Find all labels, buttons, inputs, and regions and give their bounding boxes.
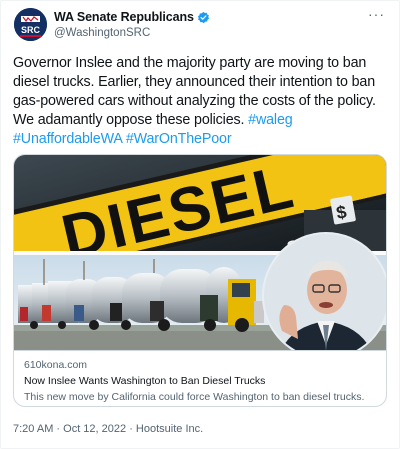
more-options-icon[interactable]: ··· bbox=[368, 7, 385, 21]
separator: · bbox=[126, 423, 136, 435]
card-meta[interactable]: 610kona.com Now Inslee Wants Washington … bbox=[14, 350, 386, 406]
card-title[interactable]: Now Inslee Wants Washington to Ban Diese… bbox=[24, 375, 265, 387]
tweet-body: Governor Inslee and the majority party a… bbox=[13, 55, 376, 128]
hashtag-link[interactable]: #WarOnThePoor bbox=[126, 131, 232, 147]
verified-badge-icon bbox=[197, 11, 210, 24]
avatar[interactable]: SRC bbox=[14, 8, 47, 41]
tweet-footer: 7:20 AM · Oct 12, 2022 · Hootsuite Inc. bbox=[13, 423, 203, 435]
card-image[interactable]: DIESEL $ Sale bbox=[14, 155, 386, 350]
link-preview-card[interactable]: DIESEL $ Sale bbox=[13, 154, 387, 407]
tweet-container: SRC WA Senate Republicans @WashingtonSRC… bbox=[0, 0, 400, 449]
tweet-source[interactable]: Hootsuite Inc. bbox=[136, 423, 203, 435]
avatar-label: SRC bbox=[21, 25, 41, 35]
author-display-name[interactable]: WA Senate Republicans bbox=[54, 10, 194, 24]
tweet-text: Governor Inslee and the majority party a… bbox=[13, 54, 395, 149]
card-description: This new move by California could force … bbox=[24, 391, 365, 403]
separator: · bbox=[53, 423, 64, 435]
tweet-date[interactable]: Oct 12, 2022 bbox=[63, 423, 126, 435]
hashtag-link[interactable]: #waleg bbox=[248, 112, 293, 128]
tweet-time[interactable]: 7:20 AM bbox=[13, 423, 53, 435]
hashtag-link[interactable]: #UnaffordableWA bbox=[13, 131, 122, 147]
author-handle[interactable]: @WashingtonSRC bbox=[54, 27, 150, 39]
card-domain: 610kona.com bbox=[24, 359, 88, 371]
